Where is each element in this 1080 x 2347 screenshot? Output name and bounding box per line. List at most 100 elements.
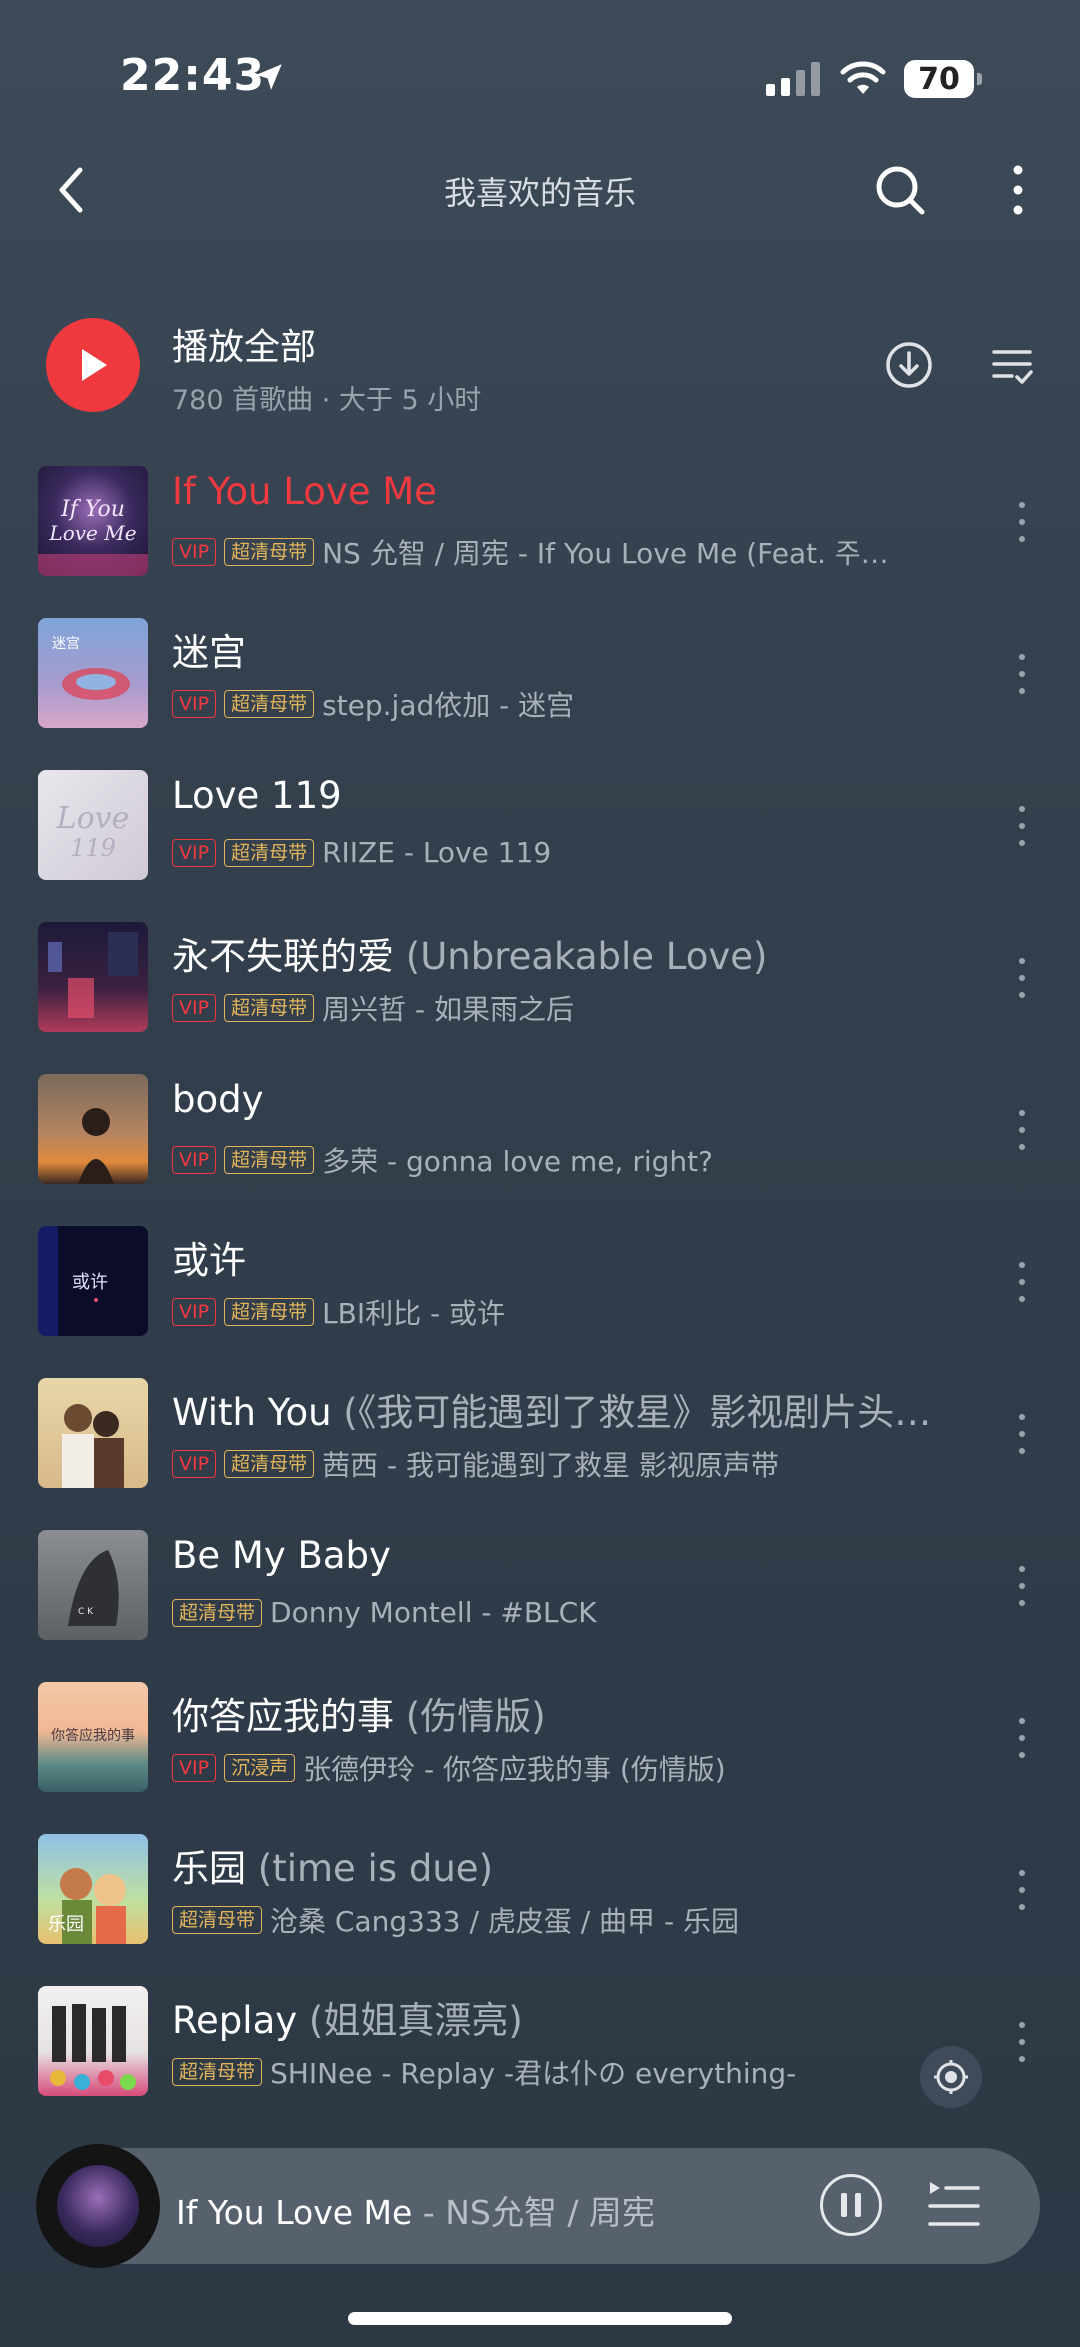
svg-text:你答应我的事: 你答应我的事 (51, 1727, 135, 1744)
song-title: Replay (姐姐真漂亮) (172, 1999, 523, 2042)
album-cover (38, 1378, 148, 1488)
now-playing-cover (57, 2165, 139, 2247)
song-row[interactable]: If You Love Me If You Love Me VIP 超清母带 NS… (0, 466, 1080, 596)
song-artist-album: Donny Montell - #BLCK (270, 1596, 597, 1629)
song-row[interactable]: 迷宫 迷宫 VIP 超清母带 step.jad依加 - 迷宫 (0, 618, 1080, 748)
locate-current-song-button[interactable] (920, 2046, 982, 2108)
status-bar: 22:43 70 (0, 0, 1080, 150)
play-all-button[interactable] (46, 318, 140, 412)
quality-badge: 超清母带 (224, 538, 315, 566)
song-more-button[interactable] (1012, 1262, 1032, 1302)
song-more-button[interactable] (1012, 1718, 1032, 1758)
album-cover: 或许 (38, 1226, 148, 1336)
vip-badge: VIP (172, 690, 217, 718)
song-artist-album: 沧桑 Cang333 / 虎皮蛋 / 曲甲 - 乐园 (270, 1905, 739, 1938)
search-icon (876, 166, 925, 215)
song-more-button[interactable] (1012, 1110, 1032, 1150)
quality-badge: 超清母带 (224, 1298, 315, 1326)
battery-indicator: 70 (904, 60, 982, 98)
now-playing-artist: NS允智 / 周宪 (445, 2193, 655, 2232)
song-row[interactable]: 乐园 乐园 (time is due) 超清母带 沧桑 Cang333 / 虎皮… (0, 1834, 1080, 1964)
svg-text:If You: If You (60, 497, 125, 522)
song-row[interactable]: 或许 或许 VIP 超清母带 LBI利比 - 或许 (0, 1226, 1080, 1356)
quality-badge: 超清母带 (172, 1598, 263, 1627)
song-more-button[interactable] (1012, 1566, 1032, 1606)
svg-text:迷宫: 迷宫 (52, 636, 80, 652)
vip-badge: VIP (172, 838, 217, 867)
playlist-queue-button[interactable] (926, 2178, 982, 2234)
location-arrow-icon (256, 64, 282, 90)
quality-badge: 超清母带 (224, 1146, 315, 1174)
now-playing-disc[interactable] (36, 2144, 160, 2268)
quality-badge: 超清母带 (224, 838, 315, 867)
song-artist-album: 张德伊玲 - 你答应我的事 (伤情版) (303, 1753, 726, 1786)
wifi-icon (840, 61, 886, 94)
song-more-button[interactable] (1012, 1414, 1032, 1454)
pause-button[interactable] (820, 2174, 882, 2236)
svg-text:Love: Love (56, 801, 130, 836)
play-all-subtitle: 780 首歌曲 · 大于 5 小时 (172, 385, 482, 416)
vip-badge: VIP (172, 1146, 217, 1174)
quality-badge: 超清母带 (224, 1450, 315, 1478)
mini-player[interactable]: If You Love Me - NS允智 / 周宪 (36, 2144, 1040, 2268)
song-row[interactable]: 你答应我的事 你答应我的事 (伤情版) VIP 沉浸声 张德伊玲 - 你答应我的… (0, 1682, 1080, 1812)
vip-badge: VIP (172, 1754, 217, 1782)
pause-icon (841, 2193, 847, 2217)
vip-badge: VIP (172, 1298, 217, 1326)
cellular-signal-icon (766, 60, 820, 96)
album-cover: 你答应我的事 (38, 1682, 148, 1792)
song-row[interactable]: body VIP 超清母带 多荣 - gonna love me, right? (0, 1074, 1080, 1204)
album-cover: 迷宫 (38, 618, 148, 728)
search-button[interactable] (868, 158, 932, 222)
status-time: 22:43 (120, 50, 266, 101)
song-title: 乐园 (time is due) (172, 1847, 494, 1890)
vip-badge: VIP (172, 1450, 217, 1478)
home-indicator (348, 2312, 732, 2325)
play-all-row[interactable]: 播放全部 780 首歌曲 · 大于 5 小时 (0, 318, 1080, 428)
song-title: body (172, 1078, 264, 1121)
song-row[interactable]: C K Be My Baby 超清母带 Donny Montell - #BLC… (0, 1530, 1080, 1660)
album-cover: Love 119 (38, 770, 148, 880)
album-cover: 乐园 (38, 1834, 148, 1944)
song-row[interactable]: Replay (姐姐真漂亮) 超清母带 SHINee - Replay -君は仆… (0, 1986, 1080, 2116)
song-row[interactable]: Love 119 Love 119 VIP 超清母带 RIIZE - Love 1… (0, 770, 1080, 900)
vip-badge: VIP (172, 994, 217, 1022)
quality-badge: 超清母带 (172, 2058, 263, 2086)
song-title: 你答应我的事 (伤情版) (172, 1695, 546, 1738)
locate-icon (934, 2060, 968, 2094)
playlist-manage-button[interactable] (990, 344, 1034, 388)
quality-badge: 超清母带 (224, 690, 315, 718)
more-options-button[interactable] (998, 158, 1038, 222)
song-title: 永不失联的爱 (Unbreakable Love) (172, 935, 768, 978)
song-more-button[interactable] (1012, 654, 1032, 694)
album-cover (38, 1986, 148, 2096)
play-all-label: 播放全部 (172, 327, 317, 368)
song-more-button[interactable] (1012, 806, 1032, 846)
song-title: 迷宫 (172, 631, 246, 674)
song-more-button[interactable] (1012, 1870, 1032, 1910)
album-cover: C K (38, 1530, 148, 1640)
song-row[interactable]: 永不失联的爱 (Unbreakable Love) VIP 超清母带 周兴哲 -… (0, 922, 1080, 1052)
svg-text:或许: 或许 (72, 1272, 108, 1293)
song-more-button[interactable] (1012, 502, 1032, 542)
download-button[interactable] (884, 340, 934, 390)
playlist-manage-icon (992, 350, 1033, 384)
song-more-button[interactable] (1012, 2022, 1032, 2062)
song-artist-album: RIIZE - Love 119 (322, 836, 552, 869)
album-cover (38, 922, 148, 1032)
song-artist-album: LBI利比 - 或许 (322, 1297, 506, 1330)
song-artist-album: 多荣 - gonna love me, right? (322, 1145, 713, 1178)
svg-text:119: 119 (70, 834, 116, 862)
quality-badge: 沉浸声 (224, 1754, 296, 1782)
play-icon (82, 349, 107, 381)
vip-badge: VIP (172, 538, 217, 566)
song-title: If You Love Me (172, 470, 437, 513)
song-more-button[interactable] (1012, 958, 1032, 998)
song-row[interactable]: With You (《我可能遇到了救星》影视剧片头… VIP 超清母带 茜西 -… (0, 1378, 1080, 1508)
svg-text:Love Me: Love Me (48, 521, 136, 545)
song-artist-album: 周兴哲 - 如果雨之后 (322, 993, 574, 1026)
quality-badge: 超清母带 (224, 994, 315, 1022)
song-artist-album: SHINee - Replay -君は仆の everything- (270, 2057, 797, 2090)
nav-bar: 我喜欢的音乐 (0, 140, 1080, 240)
now-playing-text: If You Love Me - NS允智 / 周宪 (176, 2193, 655, 2232)
